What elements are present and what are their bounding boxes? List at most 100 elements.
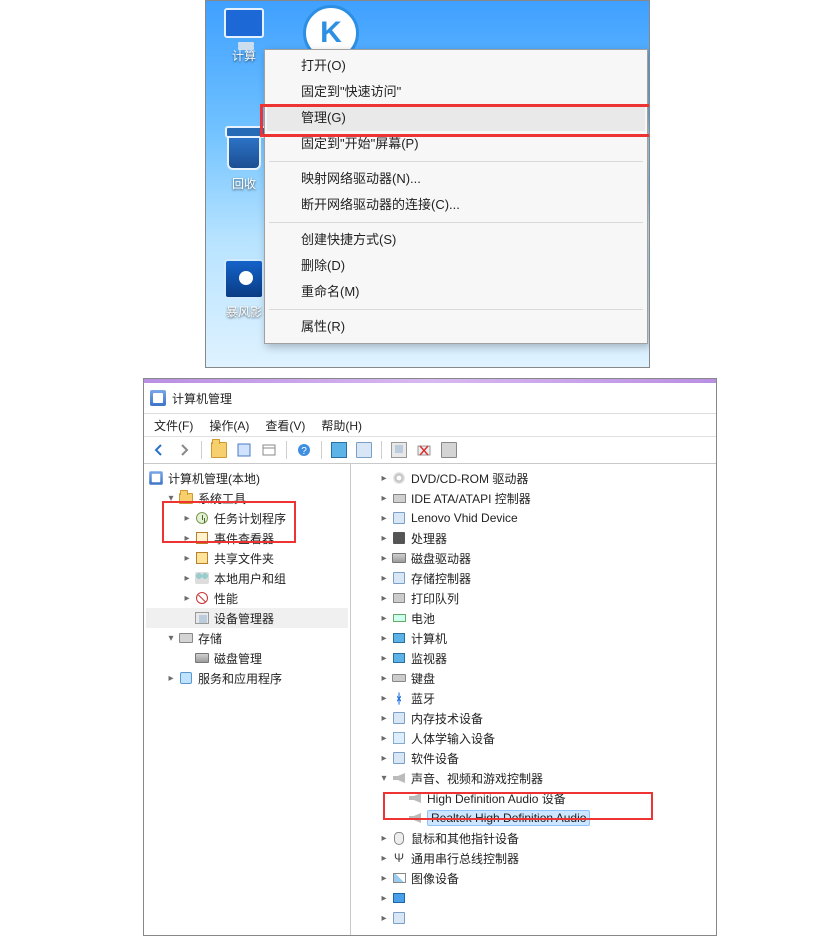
toolbar-forward-button[interactable] — [173, 439, 195, 461]
expand-icon[interactable]: ▸ — [377, 833, 391, 844]
ctx-disconnect-drive[interactable]: 断开网络驱动器的连接(C)... — [267, 192, 645, 218]
dev-computer[interactable]: ▸计算机 — [353, 628, 714, 648]
ctx-create-shortcut-label: 创建快捷方式(S) — [301, 232, 396, 247]
tree-device-manager[interactable]: 设备管理器 — [146, 608, 348, 628]
expand-icon[interactable]: ▸ — [377, 673, 391, 684]
ctx-delete[interactable]: 删除(D) — [267, 253, 645, 279]
menu-action[interactable]: 操作(A) — [209, 417, 249, 434]
dev-dvd[interactable]: ▸DVD/CD-ROM 驱动器 — [353, 468, 714, 488]
dev-usb-label: 通用串行总线控制器 — [411, 850, 519, 867]
toolbar-scan-button[interactable] — [388, 439, 410, 461]
toolbar-up-button[interactable] — [208, 439, 230, 461]
expand-icon[interactable]: ▸ — [377, 533, 391, 544]
dev-software[interactable]: ▸软件设备 — [353, 748, 714, 768]
tree-local-users[interactable]: ▸本地用户和组 — [146, 568, 348, 588]
expand-icon[interactable]: ▸ — [377, 613, 391, 624]
expand-icon[interactable]: ▸ — [377, 853, 391, 864]
dev-realtek[interactable]: Realtek High Definition Audio — [353, 808, 714, 828]
toolbar-update-button[interactable] — [438, 439, 460, 461]
dev-unknown-1[interactable]: ▸ — [353, 888, 714, 908]
expand-icon[interactable]: ▸ — [377, 653, 391, 664]
dev-keyboard-label: 键盘 — [411, 670, 435, 687]
expand-icon[interactable]: ▸ — [377, 913, 391, 924]
ctx-pin-quick-access[interactable]: 固定到"快速访问" — [267, 79, 645, 105]
expand-icon[interactable]: ▸ — [377, 573, 391, 584]
dev-storage-ctrl[interactable]: ▸存储控制器 — [353, 568, 714, 588]
tree-performance[interactable]: ▸性能 — [146, 588, 348, 608]
dev-print-queue-label: 打印队列 — [411, 590, 459, 607]
expand-icon[interactable]: ▸ — [377, 633, 391, 644]
dev-unknown-2[interactable]: ▸ — [353, 908, 714, 928]
expand-icon[interactable]: ▸ — [180, 593, 194, 604]
context-menu: 打开(O) 固定到"快速访问" 管理(G) 固定到"开始"屏幕(P) 映射网络驱… — [264, 49, 648, 344]
dev-lenovo[interactable]: ▸Lenovo Vhid Device — [353, 508, 714, 528]
ctx-pin-start[interactable]: 固定到"开始"屏幕(P) — [267, 131, 645, 157]
dev-usb[interactable]: ▸Ψ通用串行总线控制器 — [353, 848, 714, 868]
expand-icon[interactable]: ▸ — [377, 473, 391, 484]
collapse-icon[interactable]: ▾ — [377, 773, 391, 784]
menu-help[interactable]: 帮助(H) — [321, 417, 362, 434]
dev-bluetooth[interactable]: ▸ᚼ蓝牙 — [353, 688, 714, 708]
tree-event-viewer[interactable]: ▸事件查看器 — [146, 528, 348, 548]
menu-view[interactable]: 查看(V) — [265, 417, 305, 434]
expand-icon[interactable]: ▸ — [377, 553, 391, 564]
tree-shared-folders-label: 共享文件夹 — [214, 550, 274, 567]
tree-system-tools[interactable]: ▾系统工具 — [146, 488, 348, 508]
ctx-rename[interactable]: 重命名(M) — [267, 279, 645, 305]
dvd-icon — [393, 472, 405, 484]
expand-icon[interactable]: ▸ — [377, 513, 391, 524]
dev-sound[interactable]: ▾声音、视频和游戏控制器 — [353, 768, 714, 788]
expand-icon[interactable]: ▸ — [180, 553, 194, 564]
toolbar-btn-a[interactable] — [328, 439, 350, 461]
toolbar-help-button[interactable]: ? — [293, 439, 315, 461]
dev-monitor[interactable]: ▸监视器 — [353, 648, 714, 668]
expand-icon[interactable]: ▸ — [377, 713, 391, 724]
dev-memory[interactable]: ▸内存技术设备 — [353, 708, 714, 728]
collapse-icon[interactable]: ▾ — [164, 493, 178, 504]
dev-hid[interactable]: ▸人体学输入设备 — [353, 728, 714, 748]
dev-hda[interactable]: High Definition Audio 设备 — [353, 788, 714, 808]
expand-icon[interactable]: ▸ — [180, 513, 194, 524]
expand-icon[interactable]: ▸ — [377, 693, 391, 704]
dev-imaging[interactable]: ▸图像设备 — [353, 868, 714, 888]
expand-icon[interactable]: ▸ — [377, 753, 391, 764]
expand-icon[interactable]: ▸ — [377, 893, 391, 904]
toolbar-uninstall-button[interactable] — [413, 439, 435, 461]
tree-storage[interactable]: ▾存储 — [146, 628, 348, 648]
toolbar-back-button[interactable] — [148, 439, 170, 461]
dev-mouse[interactable]: ▸鼠标和其他指针设备 — [353, 828, 714, 848]
ctx-create-shortcut[interactable]: 创建快捷方式(S) — [267, 227, 645, 253]
expand-icon[interactable]: ▸ — [377, 873, 391, 884]
expand-icon[interactable]: ▸ — [377, 733, 391, 744]
menu-file[interactable]: 文件(F) — [154, 417, 193, 434]
toolbar-props-button[interactable] — [233, 439, 255, 461]
dev-keyboard[interactable]: ▸ 键盘 — [353, 668, 714, 688]
tree-disk-management[interactable]: 磁盘管理 — [146, 648, 348, 668]
toolbar-refresh-button[interactable] — [258, 439, 280, 461]
dev-battery[interactable]: ▸电池 — [353, 608, 714, 628]
ctx-properties[interactable]: 属性(R) — [267, 314, 645, 340]
ctx-manage[interactable]: 管理(G) — [267, 105, 645, 131]
expand-icon[interactable]: ▸ — [180, 573, 194, 584]
dev-print-queue[interactable]: ▸ 打印队列 — [353, 588, 714, 608]
drive-icon — [441, 442, 457, 458]
dev-disk-drive[interactable]: ▸磁盘驱动器 — [353, 548, 714, 568]
left-tree[interactable]: 计算机管理(本地) ▾系统工具 ▸任务计划程序 ▸事件查看器 ▸ 共享文件夹 ▸本… — [144, 464, 351, 935]
screenshot-computer-management: 计算机管理 文件(F) 操作(A) 查看(V) 帮助(H) ? 计算机管理(本地… — [143, 378, 717, 936]
tree-root[interactable]: 计算机管理(本地) — [146, 468, 348, 488]
tree-services-apps[interactable]: ▸服务和应用程序 — [146, 668, 348, 688]
expand-icon[interactable]: ▸ — [377, 593, 391, 604]
device-tree[interactable]: ▸DVD/CD-ROM 驱动器 ▸IDE ATA/ATAPI 控制器 ▸Leno… — [351, 464, 716, 935]
ctx-map-drive[interactable]: 映射网络驱动器(N)... — [267, 166, 645, 192]
dev-cpu[interactable]: ▸处理器 — [353, 528, 714, 548]
tree-task-scheduler[interactable]: ▸任务计划程序 — [146, 508, 348, 528]
dev-ide[interactable]: ▸IDE ATA/ATAPI 控制器 — [353, 488, 714, 508]
expand-icon[interactable]: ▸ — [377, 493, 391, 504]
expand-icon[interactable]: ▸ — [180, 533, 194, 544]
expand-icon[interactable]: ▸ — [164, 673, 178, 684]
ctx-open[interactable]: 打开(O) — [267, 53, 645, 79]
collapse-icon[interactable]: ▾ — [164, 633, 178, 644]
toolbar-btn-b[interactable] — [353, 439, 375, 461]
share-icon — [196, 552, 208, 564]
tree-shared-folders[interactable]: ▸ 共享文件夹 — [146, 548, 348, 568]
